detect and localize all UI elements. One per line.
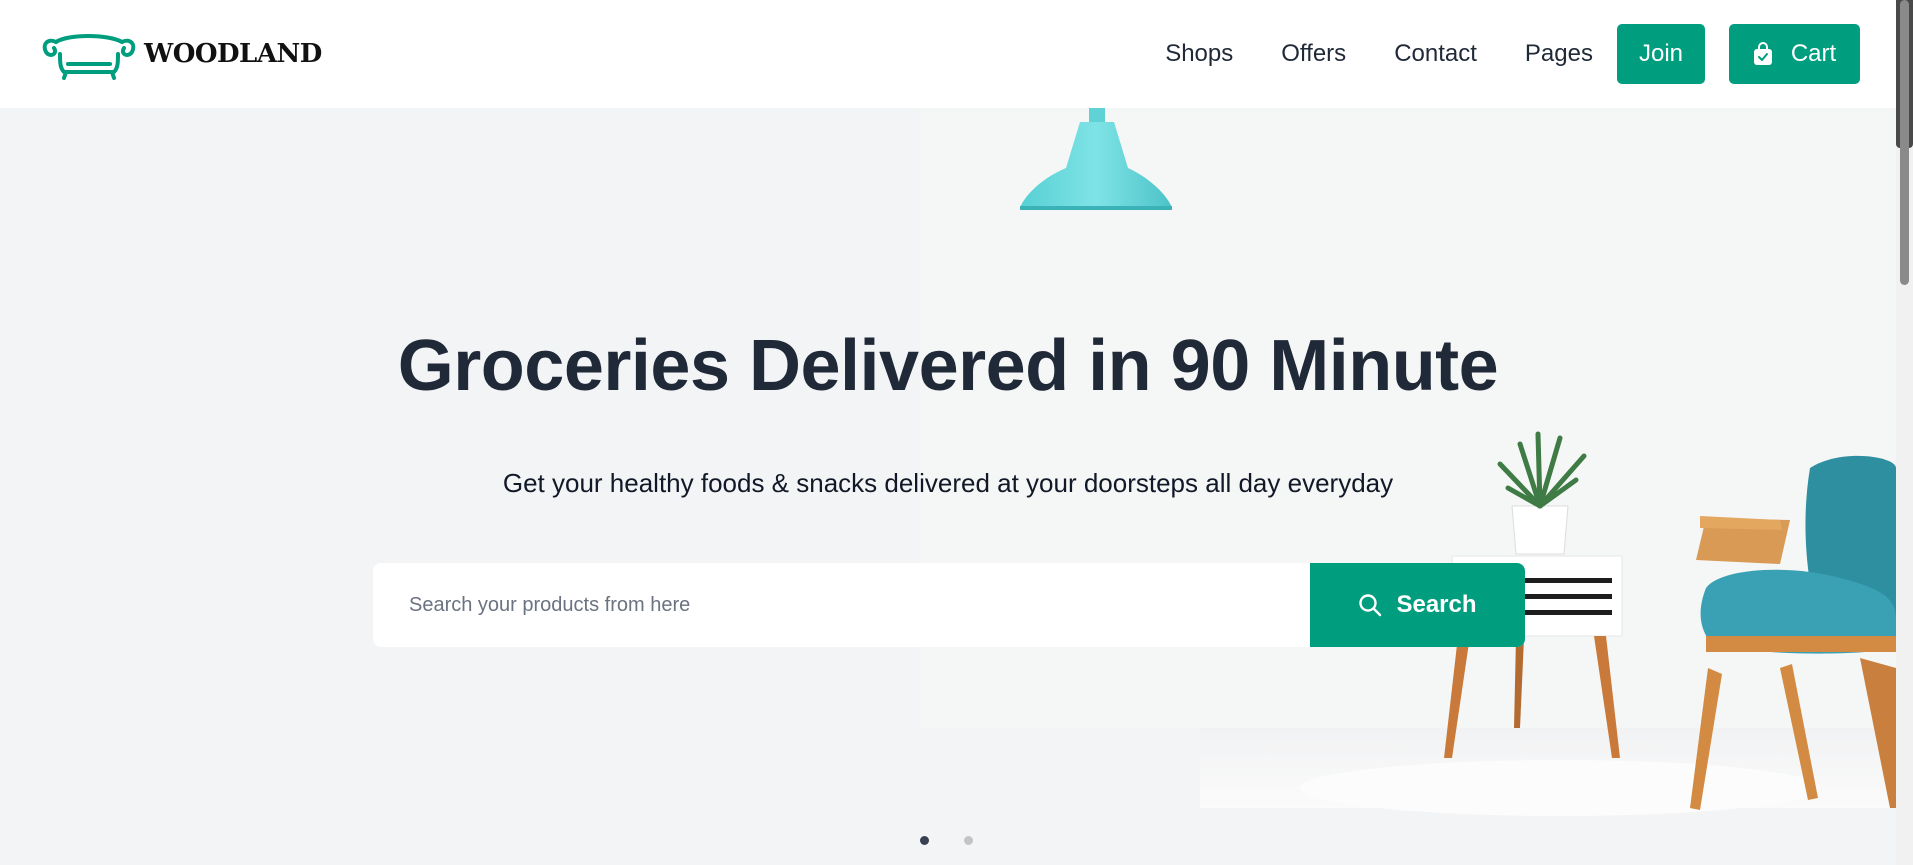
brand-name: WOODLAND xyxy=(144,39,322,69)
page-scrollbar[interactable] xyxy=(1896,0,1913,865)
shopping-bag-icon xyxy=(1753,42,1772,65)
search-button[interactable]: Search xyxy=(1310,563,1525,647)
hero-subtitle: Get your healthy foods & snacks delivere… xyxy=(502,468,1394,498)
main-nav: Shops Offers Contact Pages Join Cart xyxy=(1165,24,1860,84)
cart-button[interactable]: Cart xyxy=(1729,24,1860,84)
cart-label: Cart xyxy=(1790,40,1837,67)
nav-link-shops[interactable]: Shops xyxy=(1165,40,1233,68)
nav-link-offers[interactable]: Offers xyxy=(1281,40,1346,68)
nav-link-pages[interactable]: Pages xyxy=(1525,40,1593,68)
nav-link-contact[interactable]: Contact xyxy=(1394,40,1477,68)
scrollbar-thumb[interactable] xyxy=(1900,0,1909,285)
hero-banner: Groceries Delivered in 90 Minute Get you… xyxy=(0,108,1896,865)
search-button-label: Search xyxy=(1396,591,1477,618)
slider-dot-2[interactable] xyxy=(964,836,973,845)
slider-dot-1[interactable] xyxy=(920,836,929,845)
site-header: WOODLAND Shops Offers Contact Pages Join… xyxy=(0,0,1896,108)
sofa-logo-icon xyxy=(42,34,136,80)
search-form: Search xyxy=(373,563,1525,647)
search-input[interactable] xyxy=(373,563,1310,647)
search-icon xyxy=(1359,594,1382,617)
join-button[interactable]: Join xyxy=(1616,24,1705,84)
brand-logo[interactable]: WOODLAND xyxy=(38,28,322,80)
hero-title: Groceries Delivered in 90 Minute xyxy=(397,326,1499,406)
slider-pagination xyxy=(920,836,973,845)
